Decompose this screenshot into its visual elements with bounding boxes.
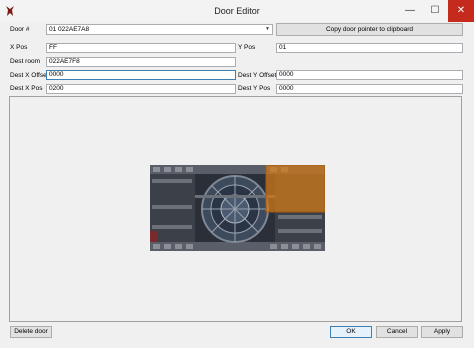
dest-y-pos-field[interactable]: 0000 bbox=[276, 84, 463, 94]
dest-x-pos-field[interactable]: 0200 bbox=[46, 84, 236, 94]
copy-door-pointer-button[interactable]: Copy door pointer to clipboard bbox=[276, 23, 463, 36]
title-bar: Door Editor — ☐ ✕ bbox=[0, 0, 474, 23]
dest-x-offset-field[interactable]: 0000 bbox=[46, 70, 236, 80]
dest-y-pos-label: Dest Y Pos bbox=[238, 85, 271, 92]
chevron-down-icon: ▼ bbox=[265, 26, 270, 32]
cancel-button[interactable]: Cancel bbox=[376, 326, 418, 338]
dest-x-pos-label: Dest X Pos bbox=[10, 85, 43, 92]
dest-room-field[interactable]: 022AE7F8 bbox=[46, 57, 236, 67]
x-pos-label: X Pos bbox=[10, 44, 28, 51]
ok-button[interactable]: OK bbox=[330, 326, 372, 338]
minimize-button[interactable]: — bbox=[397, 0, 423, 22]
door-select[interactable]: 01 022AE7A8 ▼ bbox=[46, 24, 273, 35]
close-button[interactable]: ✕ bbox=[448, 0, 474, 22]
dest-y-offset-label: Dest Y Offset bbox=[238, 72, 277, 79]
y-pos-field[interactable]: 01 bbox=[276, 43, 463, 53]
door-select-value: 01 022AE7A8 bbox=[49, 26, 90, 33]
room-preview bbox=[9, 96, 462, 322]
dest-x-offset-label: Dest X Offset bbox=[10, 72, 49, 79]
maximize-button[interactable]: ☐ bbox=[422, 0, 448, 22]
dest-y-offset-field[interactable]: 0000 bbox=[276, 70, 463, 80]
room-map-image bbox=[150, 165, 325, 251]
door-highlight bbox=[265, 165, 325, 213]
door-select-label: Door # bbox=[10, 26, 30, 33]
apply-button[interactable]: Apply bbox=[421, 326, 463, 338]
dest-room-label: Dest room bbox=[10, 58, 40, 65]
x-pos-field[interactable]: FF bbox=[46, 43, 236, 53]
editor-panel: Door # 01 022AE7A8 ▼ Copy door pointer t… bbox=[0, 22, 474, 348]
y-pos-label: Y Pos bbox=[238, 44, 256, 51]
delete-door-button[interactable]: Delete door bbox=[10, 326, 52, 338]
